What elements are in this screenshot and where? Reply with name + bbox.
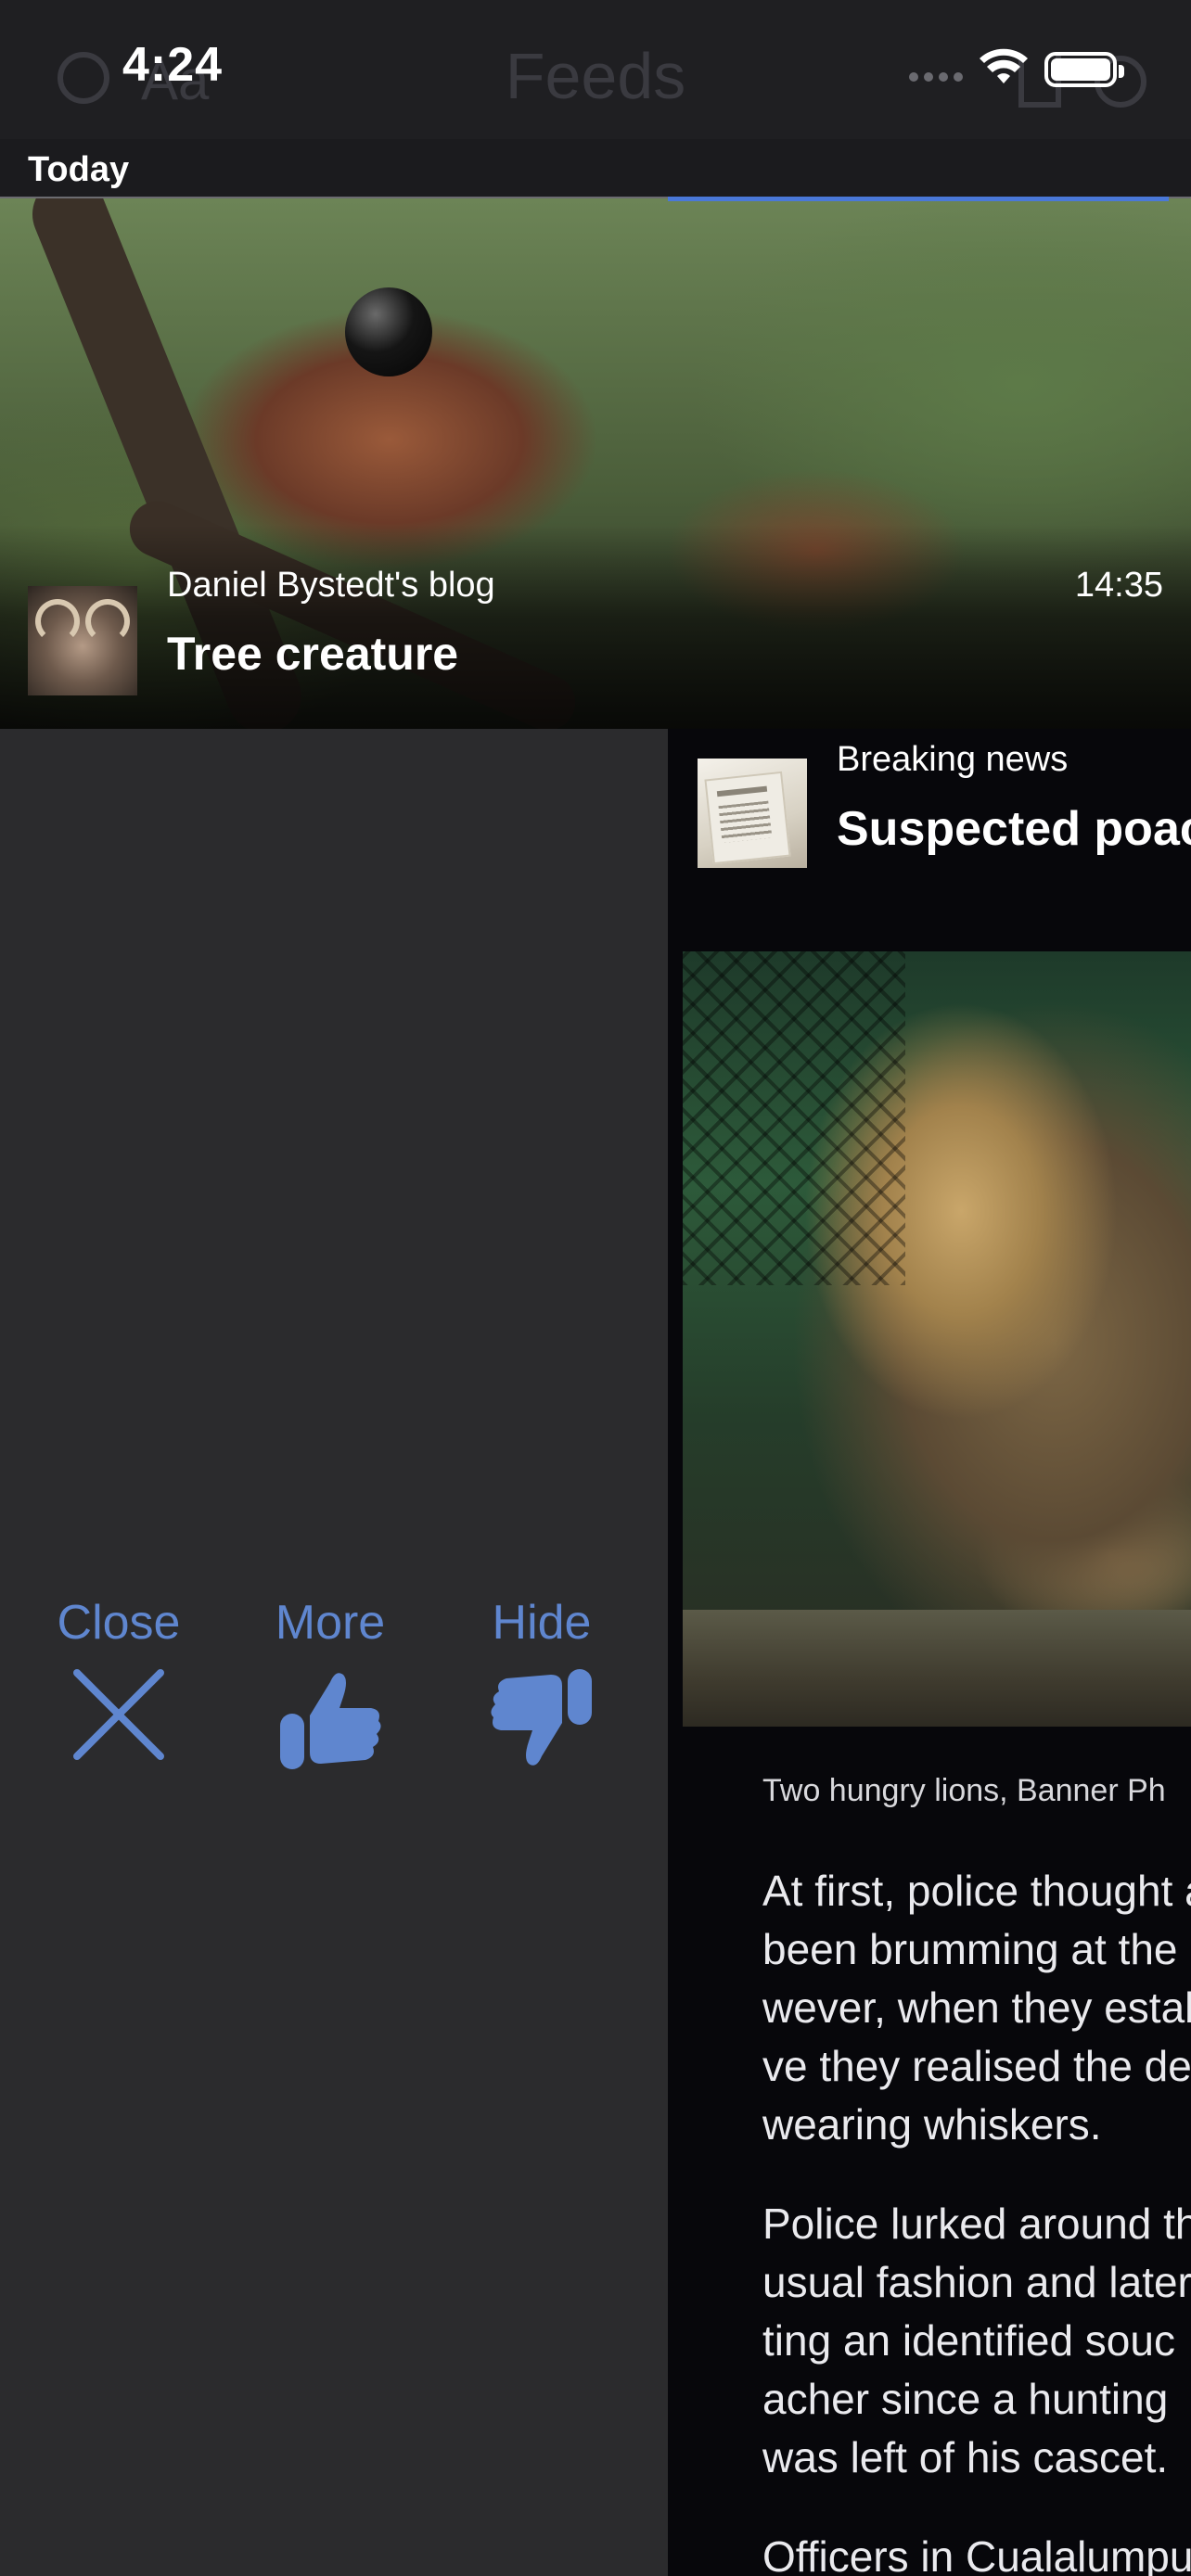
text-line: ting an identified souc	[762, 2316, 1175, 2365]
text-line: been brumming at the	[762, 1925, 1178, 1973]
text-line: Police lurked around th	[762, 2200, 1191, 2248]
status-time: 4:24	[122, 38, 224, 92]
photo-log	[683, 1610, 1191, 1727]
article-paragraph: Officers in Cualalumpu	[762, 2528, 1191, 2576]
status-bar: Aa Feeds 4:24	[0, 0, 1191, 139]
battery-icon	[1044, 52, 1124, 87]
close-label: Close	[57, 1596, 181, 1650]
photo-fence	[683, 951, 905, 1285]
text-line: was left of his cascet.	[762, 2433, 1169, 2481]
text-line: At first, police thought a	[762, 1867, 1191, 1915]
section-label: Today	[28, 150, 130, 189]
text-line: usual fashion and later	[762, 2258, 1191, 2306]
close-icon	[73, 1669, 164, 1760]
article-title: Tree creature	[167, 628, 459, 680]
text-line: ve they realised the de	[762, 2042, 1191, 2090]
text-line: Officers in Cualalumpu	[762, 2532, 1191, 2576]
more-button[interactable]: More	[237, 1595, 423, 1775]
article-title: Suspected poac	[837, 802, 1191, 856]
hero-image-creature-eye	[345, 287, 432, 376]
avatar-horn	[85, 599, 130, 644]
thumbs-up-icon	[280, 1673, 381, 1769]
text-line: wever, when they estab	[762, 1983, 1191, 2032]
article-thumbnail	[698, 759, 807, 868]
text-line: acher since a hunting	[762, 2375, 1169, 2423]
article-source: Daniel Bystedt's blog	[167, 566, 495, 605]
text-line: wearing whiskers.	[762, 2100, 1102, 2149]
thumbs-down-icon	[491, 1669, 592, 1766]
section-header: Today	[0, 139, 1191, 198]
swipe-actions-panel: Close More Hide	[0, 729, 668, 2576]
photo-caption: Two hungry lions, Banner Ph	[762, 1773, 1166, 1808]
article-paragraph: At first, police thought a been brumming…	[762, 1862, 1191, 2154]
source-avatar	[28, 586, 137, 695]
wifi-icon	[980, 48, 1028, 83]
avatar-horn	[35, 599, 80, 644]
article-photo-lion	[683, 951, 1191, 1727]
article-paragraph: Police lurked around th usual fashion an…	[762, 2195, 1191, 2487]
article-time: 14:35	[1074, 566, 1163, 605]
newspaper-image	[704, 771, 791, 865]
article-card-top[interactable]: Daniel Bystedt's blog 14:35 Tree creatur…	[0, 198, 1191, 729]
more-label: More	[275, 1596, 386, 1650]
article-detail-panel[interactable]: Breaking news Suspected poac Two hungry …	[668, 729, 1191, 2576]
load-progress-bar	[668, 197, 1169, 201]
article-body: At first, police thought a been brumming…	[762, 1862, 1191, 2576]
hide-button[interactable]: Hide	[449, 1595, 634, 1775]
cellular-signal-icon	[909, 72, 963, 82]
close-button[interactable]: Close	[26, 1595, 211, 1775]
hide-label: Hide	[492, 1596, 592, 1650]
article-source: Breaking news	[837, 740, 1069, 779]
